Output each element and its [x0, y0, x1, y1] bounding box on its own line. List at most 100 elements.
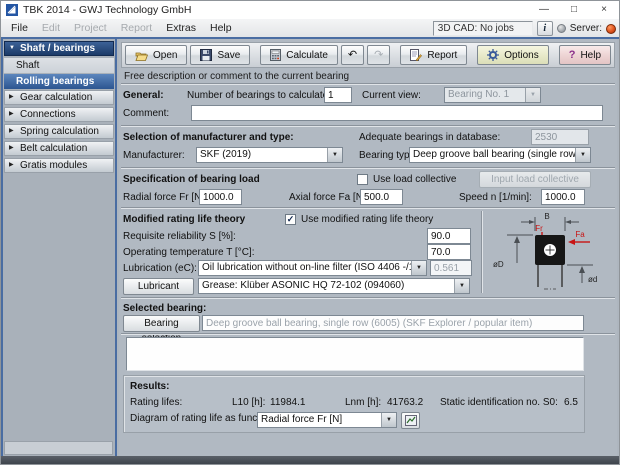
main-panel: Open Save Calculate ↶	[119, 39, 617, 456]
load-values-row: Radial force Fr [N]: Axial force Fa [N]:…	[119, 189, 617, 206]
sidebar-item-shaft[interactable]: Shaft	[4, 58, 114, 73]
lubrication-value: Oil lubrication without on-line filter (…	[199, 261, 411, 275]
use-load-collective-label: Use load collective	[373, 171, 456, 188]
sidebar-item-rolling-bearings[interactable]: Rolling bearings	[4, 74, 114, 89]
status-cluster: 3D CAD: No jobs i Server:	[433, 20, 616, 37]
sidebar-group-label: Gear calculation	[20, 91, 92, 104]
separator	[121, 167, 615, 169]
sidebar-item-label: Rolling bearings	[16, 75, 94, 88]
separator	[121, 333, 615, 335]
report-button-label: Report	[427, 50, 457, 61]
chevron-down-icon: ▼	[327, 148, 342, 162]
help-button-label: Help	[580, 50, 601, 61]
results-heading: Results:	[130, 379, 169, 395]
info-button[interactable]: i	[537, 21, 553, 36]
axial-force-input[interactable]	[360, 189, 403, 205]
current-view-select: Bearing No. 1 ▼	[444, 87, 541, 103]
comment-label: Comment:	[123, 105, 169, 122]
app-logo-icon	[6, 4, 18, 16]
sidebar-group-label: Gratis modules	[20, 159, 87, 172]
reliability-label: Requisite reliability S [%]:	[123, 228, 236, 245]
menu-help[interactable]: Help	[203, 22, 239, 34]
force-fa-label: Fa	[575, 230, 585, 239]
selection-heading-row: Selection of manufacturer and type: Adeq…	[119, 129, 617, 146]
lubricant-select[interactable]: Grease: Klüber ASONIC HQ 72-102 (094060)…	[198, 278, 470, 294]
use-load-collective-checkbox[interactable]	[357, 174, 368, 185]
server-status-indicator	[606, 24, 616, 34]
undo-button[interactable]: ↶	[341, 45, 364, 65]
redo-icon: ↷	[374, 50, 383, 60]
lubrication-select[interactable]: Oil lubrication without on-line filter (…	[198, 260, 427, 276]
bearing-info-box	[126, 337, 584, 371]
ec-value-field	[430, 260, 472, 276]
selection-heading: Selection of manufacturer and type:	[123, 129, 294, 146]
load-heading: Specification of bearing load	[123, 171, 260, 188]
manufacturer-value: SKF (2019)	[197, 148, 327, 162]
sidebar-group-label: Spring calculation	[20, 125, 99, 138]
sidebar-group-label: Connections	[20, 108, 76, 121]
application-window: TBK 2014 - GWJ Technology GmbH — □ × Fil…	[0, 0, 620, 465]
save-button-label: Save	[217, 50, 240, 61]
rating-life-diagram-select[interactable]: Radial force Fr [N] ▼	[257, 412, 397, 428]
save-button[interactable]: Save	[190, 45, 250, 65]
calculate-button[interactable]: Calculate	[260, 45, 338, 65]
separator	[121, 125, 615, 127]
manufacturer-row: Manufacturer: SKF (2019) ▼ Bearing type:…	[119, 147, 617, 164]
lubrication-label: Lubrication (eC):	[123, 260, 197, 277]
speed-input[interactable]	[541, 189, 585, 205]
bearing-selection-button[interactable]: Bearing selection	[123, 315, 200, 332]
bearing-type-select[interactable]: Deep groove ball bearing (single row) ▼	[409, 147, 591, 163]
minimize-button[interactable]: —	[529, 1, 559, 19]
bearings-count-label: Number of bearings to calculate:	[187, 87, 331, 104]
collapsed-triangle-icon: ▶	[9, 125, 16, 138]
manufacturer-label: Manufacturer:	[123, 147, 185, 164]
comment-input[interactable]	[191, 105, 603, 121]
close-button[interactable]: ×	[589, 1, 619, 19]
separator	[121, 83, 615, 85]
window-title: TBK 2014 - GWJ Technology GmbH	[23, 4, 191, 16]
bearings-count-input[interactable]	[324, 87, 352, 103]
window-bottom-edge	[1, 456, 619, 464]
manufacturer-select[interactable]: SKF (2019) ▼	[196, 147, 343, 163]
hint-text: Free description or comment to the curre…	[124, 71, 349, 82]
calculate-button-label: Calculate	[286, 50, 328, 61]
open-button[interactable]: Open	[125, 45, 187, 65]
sidebar-group-belt-calculation[interactable]: ▶ Belt calculation	[4, 141, 114, 156]
chevron-down-icon: ▼	[411, 261, 426, 275]
menu-extras[interactable]: Extras	[159, 22, 203, 34]
current-view-value: Bearing No. 1	[445, 88, 525, 102]
report-button[interactable]: Report	[400, 45, 467, 65]
expanded-triangle-icon: ▼	[9, 42, 16, 55]
menu-report: Report	[114, 22, 160, 34]
lnm-label: Lnm [h]:	[345, 395, 381, 411]
current-view-label: Current view:	[362, 87, 421, 104]
temperature-input[interactable]	[427, 244, 471, 260]
collapsed-triangle-icon: ▶	[9, 142, 16, 155]
lubricant-button[interactable]: Lubricant	[123, 278, 194, 295]
report-document-icon	[410, 49, 422, 61]
use-modified-rating-checkbox[interactable]: ✓	[285, 214, 296, 225]
adequate-bearings-label: Adequate bearings in database:	[359, 129, 500, 146]
sidebar-group-connections[interactable]: ▶ Connections	[4, 107, 114, 122]
static-id-value: 6.5	[564, 395, 578, 411]
reliability-input[interactable]	[427, 228, 471, 244]
radial-force-input[interactable]	[199, 189, 242, 205]
diameter-inner-label: ød	[588, 275, 597, 284]
options-button[interactable]: Options	[477, 45, 548, 65]
sidebar-group-gear-calculation[interactable]: ▶ Gear calculation	[4, 90, 114, 105]
sidebar-status-cell	[4, 441, 113, 455]
speed-label: Speed n [1/min]:	[459, 189, 532, 206]
static-id-label: Static identification no. S0:	[440, 395, 558, 411]
sidebar-group-shaft-bearings[interactable]: ▼ Shaft / bearings	[4, 41, 114, 56]
sidebar-group-spring-calculation[interactable]: ▶ Spring calculation	[4, 124, 114, 139]
sidebar-group-gratis-modules[interactable]: ▶ Gratis modules	[4, 158, 114, 173]
help-button[interactable]: ? Help	[559, 45, 611, 65]
diameter-outer-label: øD	[493, 260, 504, 269]
maximize-button[interactable]: □	[559, 1, 589, 19]
show-diagram-button[interactable]	[401, 412, 420, 429]
menu-file[interactable]: File	[4, 22, 35, 34]
menu-edit: Edit	[35, 22, 67, 34]
navigation-sidebar: ▼ Shaft / bearings Shaft Rolling bearing…	[3, 39, 117, 456]
separator	[121, 297, 615, 299]
chevron-down-icon: ▼	[575, 148, 590, 162]
